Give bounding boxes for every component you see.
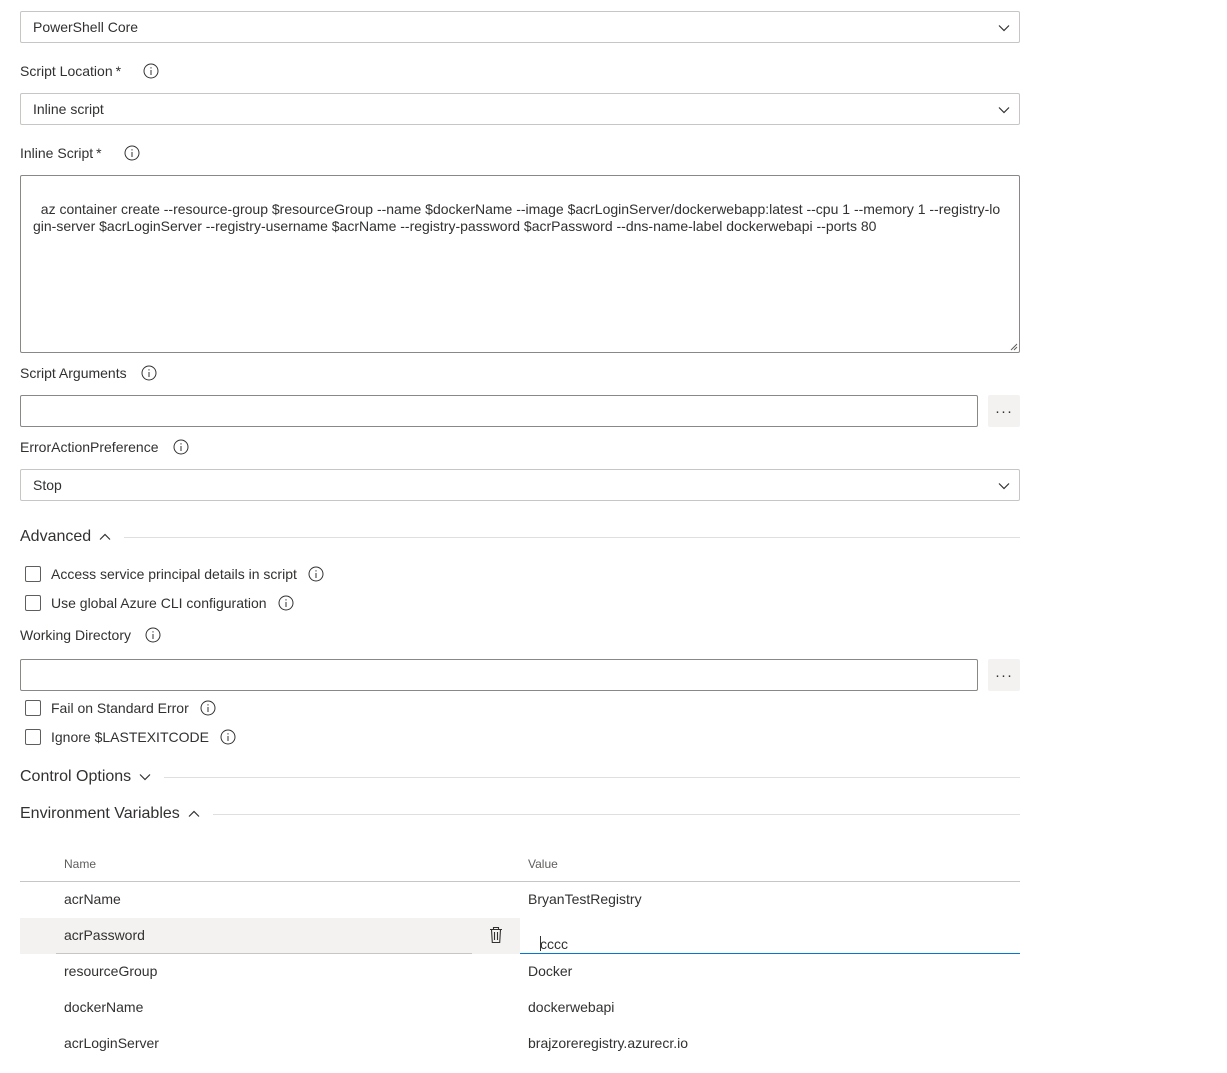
env-name-input[interactable]: acrPassword [64, 927, 145, 943]
global-cli-checkbox[interactable] [25, 595, 41, 611]
env-value-input[interactable]: cccc [520, 918, 1020, 954]
advanced-section-header[interactable]: Advanced [20, 525, 1020, 549]
ellipsis-icon: ··· [995, 666, 1013, 684]
control-options-section-header[interactable]: Control Options [20, 765, 1020, 789]
script-arguments-label: Script Arguments [20, 363, 157, 383]
env-value: brajzoreregistry.azurecr.io [528, 1035, 689, 1051]
env-value: Docker [528, 963, 573, 979]
error-action-preference-label: ErrorActionPreference [20, 437, 189, 457]
chevron-down-icon [998, 107, 1010, 114]
script-type-dropdown[interactable]: PowerShell Core [20, 11, 1020, 43]
info-icon[interactable] [143, 63, 159, 79]
section-divider [212, 813, 1020, 815]
chevron-up-icon [99, 533, 111, 540]
env-value: dockerwebapi [528, 999, 615, 1015]
chevron-down-icon [998, 483, 1010, 490]
inline-script-text: az container create --resource-group $re… [33, 201, 1001, 234]
chevron-down-icon [139, 774, 151, 781]
fail-on-stderr-checkbox[interactable] [25, 700, 41, 716]
info-icon[interactable] [308, 566, 324, 582]
fail-on-stderr-checkbox-row[interactable]: Fail on Standard Error [25, 698, 216, 718]
environment-variables-section-header[interactable]: Environment Variables [20, 802, 1020, 826]
inline-script-label: Inline Script * [20, 143, 140, 163]
text-caret [540, 936, 541, 951]
chevron-up-icon [188, 810, 200, 817]
table-row-selected[interactable]: acrPassword cccc [20, 918, 1020, 954]
ignore-lastexitcode-label: Ignore $LASTEXITCODE [51, 729, 209, 745]
info-icon[interactable] [145, 627, 161, 643]
script-type-value: PowerShell Core [33, 19, 139, 35]
table-row[interactable]: resourceGroup Docker [20, 954, 1020, 990]
table-row[interactable]: acrLoginServer brajzoreregistry.azurecr.… [20, 1026, 1020, 1062]
script-location-value: Inline script [33, 101, 104, 117]
ignore-lastexitcode-checkbox-row[interactable]: Ignore $LASTEXITCODE [25, 727, 236, 747]
working-directory-ellipsis-button[interactable]: ··· [988, 659, 1020, 691]
env-table-header: Name Value [20, 848, 1020, 882]
control-options-title: Control Options [20, 768, 132, 785]
env-name: acrName [64, 891, 121, 907]
column-header-value: Value [528, 857, 558, 871]
info-icon[interactable] [278, 595, 294, 611]
info-icon[interactable] [124, 145, 140, 161]
delete-icon[interactable] [488, 926, 504, 944]
info-icon[interactable] [220, 729, 236, 745]
section-divider [124, 536, 1020, 538]
script-location-label: Script Location * [20, 61, 159, 81]
advanced-title: Advanced [20, 528, 92, 545]
env-value: BryanTestRegistry [528, 891, 642, 907]
global-cli-checkbox-row[interactable]: Use global Azure CLI configuration [25, 593, 294, 613]
env-name: dockerName [64, 999, 144, 1015]
table-row[interactable]: dockerName dockerwebapi [20, 990, 1020, 1026]
info-icon[interactable] [141, 365, 157, 381]
error-action-preference-dropdown[interactable]: Stop [20, 469, 1020, 501]
column-header-name: Name [64, 857, 97, 871]
fail-on-stderr-label: Fail on Standard Error [51, 700, 189, 716]
env-name: acrLoginServer [64, 1035, 159, 1051]
access-principal-checkbox[interactable] [25, 566, 41, 582]
chevron-down-icon [998, 25, 1010, 32]
info-icon[interactable] [173, 439, 189, 455]
ignore-lastexitcode-checkbox[interactable] [25, 729, 41, 745]
table-row[interactable]: acrName BryanTestRegistry [20, 882, 1020, 918]
info-icon[interactable] [200, 700, 216, 716]
section-divider [164, 776, 1020, 778]
working-directory-label: Working Directory [20, 625, 161, 645]
script-arguments-input[interactable] [20, 395, 978, 427]
resize-grip-icon[interactable] [1008, 341, 1018, 351]
env-name: resourceGroup [64, 963, 158, 979]
error-action-preference-value: Stop [33, 477, 62, 493]
access-principal-checkbox-row[interactable]: Access service principal details in scri… [25, 564, 324, 584]
global-cli-label: Use global Azure CLI configuration [51, 595, 267, 611]
ellipsis-icon: ··· [995, 402, 1013, 420]
script-location-dropdown[interactable]: Inline script [20, 93, 1020, 125]
script-arguments-ellipsis-button[interactable]: ··· [988, 395, 1020, 427]
environment-variables-title: Environment Variables [20, 805, 180, 822]
working-directory-input[interactable] [20, 659, 978, 691]
access-principal-label: Access service principal details in scri… [51, 566, 297, 582]
inline-script-textarea[interactable]: az container create --resource-group $re… [20, 175, 1020, 353]
